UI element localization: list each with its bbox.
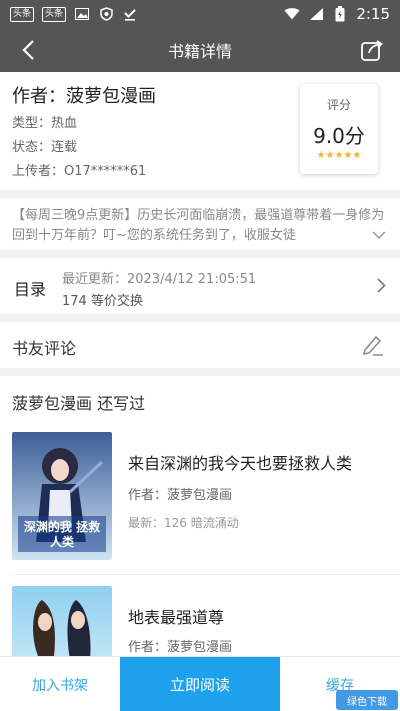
signal-icon [308,7,324,21]
book-cover[interactable]: 深渊的我 拯救人类 [12,432,112,560]
page-title: 书籍详情 [167,42,232,61]
chevron-right-icon [377,278,386,297]
share-button[interactable] [358,36,386,64]
book-item[interactable]: 深渊的我 拯救人类 来自深渊的我今天也要拯救人类 作者：菠萝包漫画 最新：126… [0,432,400,562]
catalog-row[interactable]: 目录 最近更新：2023/4/12 21:05:51 174 等价交换 [0,258,400,314]
latest-chapter: 174 等价交换 [62,294,143,309]
shield-icon [98,7,114,21]
reader-comments-row[interactable]: 书友评论 [0,322,400,368]
book-title[interactable]: 来自深渊的我今天也要拯救人类 [128,450,352,474]
catalog-label: 目录 [14,280,47,299]
rating-stars: ★★★★★ [316,150,362,161]
book-description[interactable]: 【每周三晚9点更新】历史长河面临崩溃，最强道尊带着一身修为回到十万年前？叮~您的… [0,198,400,250]
book-latest-chapter: 最新：126 暗流涌动 [128,516,239,530]
book-uploader: 上传者：O17******61 [12,164,147,179]
rating-label: 评分 [326,98,351,112]
download-done-icon [122,7,138,21]
toutiao-badge: 头条 [42,6,67,22]
expand-chevron-icon[interactable] [372,226,386,246]
book-title[interactable]: 地表最强道尊 [128,604,224,628]
book-cover[interactable] [12,586,112,656]
rating-box: 评分 9.0分 ★★★★★ [300,84,378,174]
read-now-button[interactable]: 立即阅读 [120,657,280,711]
book-info-card: 作者：菠萝包漫画 类型：热血 状态：连载 上传者：O17******61 评分 … [0,72,400,190]
other-books-title: 菠萝包漫画 还写过 [12,394,146,413]
share-icon [361,40,383,61]
toutiao-badge: 头条 [10,6,35,22]
description-text: 【每周三晚9点更新】历史长河面临崩溃，最强道尊带着一身修为回到十万年前？叮~您的… [12,208,385,243]
write-comment-icon[interactable] [360,333,384,361]
comments-label: 书友评论 [12,339,77,358]
book-author: 作者：菠萝包漫画 [128,640,233,655]
clock: 2:15 [356,5,390,23]
book-status: 状态：连载 [12,140,78,155]
book-author: 作者：菠萝包漫画 [128,488,233,503]
divider [12,574,400,575]
rating-value: 9.0分 [313,124,365,148]
book-author[interactable]: 作者：菠萝包漫画 [12,82,156,108]
book-type: 类型：热血 [12,116,78,131]
book-item[interactable]: 地表最强道尊 作者：菠萝包漫画 [0,586,400,656]
back-button[interactable] [14,36,42,64]
author-other-books: 菠萝包漫画 还写过 深渊的我 拯救人类 来自深渊的我今天也要拯救人类 作者：菠萝… [0,376,400,656]
app-header: 书籍详情 [0,28,400,72]
latest-update: 最近更新：2023/4/12 21:05:51 [62,272,257,287]
image-icon [74,7,90,21]
add-to-shelf-button[interactable]: 加入书架 [0,657,120,711]
battery-charging-icon [332,6,348,22]
cover-title-text: 深渊的我 拯救人类 [23,520,101,549]
site-watermark-logo: 绿色下载 [336,690,398,710]
wifi-icon [284,7,300,21]
back-arrow-icon [22,40,34,60]
status-bar: 头条 头条 2:15 [0,0,400,28]
